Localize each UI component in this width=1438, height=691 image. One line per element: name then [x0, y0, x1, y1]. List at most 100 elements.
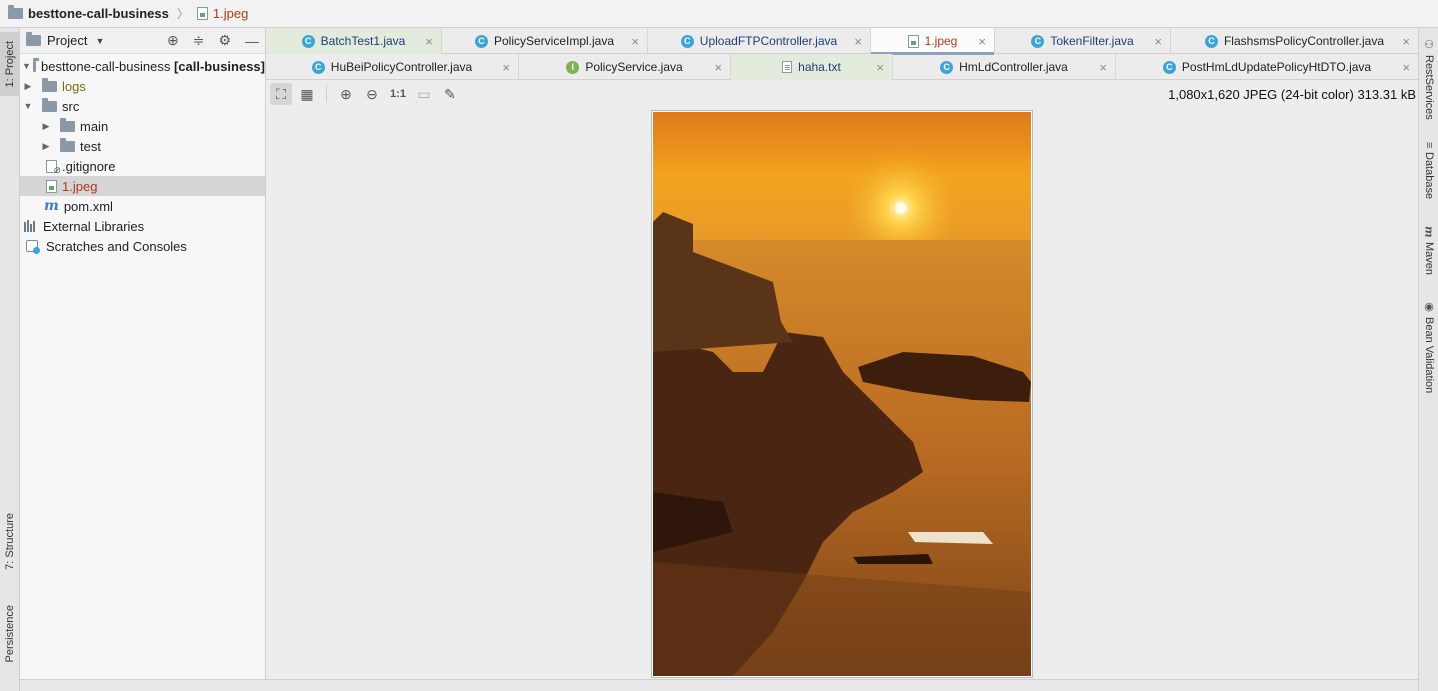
tab-1-jpeg[interactable]: 1.jpeg ×	[871, 28, 995, 55]
scratches-icon	[26, 240, 40, 254]
tool-tab-persistence-label: Persistence	[4, 605, 16, 663]
project-panel: Project ▼ ⊕ ≑ ⚙ — ▼ besttone-call-busine…	[20, 28, 266, 679]
tree-item-jpeg[interactable]: 1.jpeg	[20, 176, 265, 196]
bean-validation-icon: ◉	[1422, 300, 1435, 313]
module-folder-icon	[32, 57, 40, 72]
tool-tab-structure-label: 7: Structure	[4, 512, 16, 570]
project-view-icon	[26, 32, 41, 46]
breadcrumb: besttone-call-business 〉 1.jpeg	[0, 0, 1438, 28]
right-tool-stripe: ⚇ RestServices ≡ Database m Maven ◉ Bean…	[1418, 28, 1438, 691]
tree-item-pom[interactable]: m pom.xml	[20, 196, 265, 216]
tool-tab-bean-validation-label: Bean Validation	[1423, 317, 1435, 394]
close-icon[interactable]: ×	[1154, 34, 1162, 49]
tool-tab-bean-validation[interactable]: ◉ Bean Validation	[1419, 300, 1438, 393]
tool-tab-database-label: Database	[1423, 152, 1435, 200]
project-panel-title[interactable]: Project	[47, 33, 87, 48]
close-icon[interactable]: ×	[714, 60, 722, 75]
close-icon[interactable]: ×	[876, 60, 884, 75]
tree-root-module: [call-business]	[173, 58, 265, 74]
text-file-icon	[782, 61, 793, 73]
expanded-arrow-icon[interactable]: ▼	[22, 61, 31, 71]
chevron-down-icon[interactable]: ▼	[95, 36, 104, 46]
tree-root-label: besttone-call-business	[40, 58, 171, 74]
close-icon[interactable]: ×	[631, 34, 639, 49]
breadcrumb-file-label: 1.jpeg	[212, 6, 249, 21]
tab-posthmldupdatepolicyhtdto[interactable]: C PostHmLdUpdatePolicyHtDTO.java ×	[1116, 54, 1418, 80]
tree-item-external-libraries[interactable]: External Libraries	[20, 216, 265, 236]
tree-item-src[interactable]: ▼ src	[20, 96, 265, 116]
tree-item-scratches-label: Scratches and Consoles	[46, 238, 187, 254]
tree-item-main[interactable]: ▶ main	[20, 116, 265, 136]
tab-flashsmspolicycontroller[interactable]: C FlashsmsPolicyController.java ×	[1171, 28, 1418, 54]
zoom-in-icon[interactable]: ⊕	[335, 83, 357, 105]
zoom-out-icon[interactable]: ⊖	[361, 83, 383, 105]
tool-tab-maven[interactable]: m Maven	[1419, 226, 1438, 275]
editor-tabs-row-1: C BatchTest1.java × C PolicyServiceImpl.…	[266, 28, 1418, 55]
background-icon[interactable]: ▭	[413, 83, 435, 105]
tab-uploadftpcontroller[interactable]: C UploadFTPController.java ×	[648, 28, 871, 54]
editor-tabs-row-2: C HuBeiPolicyController.java × I PolicyS…	[266, 54, 1418, 80]
close-icon[interactable]: ×	[1402, 60, 1410, 75]
close-icon[interactable]: ×	[1099, 60, 1107, 75]
close-icon[interactable]: ×	[502, 60, 510, 75]
left-tool-stripe: 1: Project 7: Structure Persistence	[0, 28, 20, 691]
class-icon: C	[474, 34, 488, 48]
breadcrumb-file[interactable]: 1.jpeg	[196, 6, 249, 21]
tab-label: HmLdController.java	[959, 60, 1068, 74]
tab-tokenfilter[interactable]: C TokenFilter.java ×	[995, 28, 1171, 54]
tab-policyservice[interactable]: I PolicyService.java ×	[519, 54, 731, 80]
tree-item-test[interactable]: ▶ test	[20, 136, 265, 156]
collapsed-arrow-icon[interactable]: ▶	[40, 121, 52, 132]
tree-item-scratches[interactable]: Scratches and Consoles	[20, 236, 265, 256]
gitignore-file-icon	[46, 159, 61, 176]
collapsed-arrow-icon[interactable]: ▶	[40, 141, 52, 152]
class-icon: C	[680, 34, 694, 48]
collapsed-arrow-icon[interactable]: ▶	[22, 81, 34, 92]
grid-icon[interactable]: ▦	[296, 83, 318, 105]
folder-icon	[60, 117, 75, 132]
tab-label: PolicyServiceImpl.java	[493, 34, 615, 48]
zoom-to-fit-icon[interactable]: ⛶	[270, 83, 292, 105]
tree-item-pom-label: pom.xml	[63, 198, 113, 214]
breadcrumb-project[interactable]: besttone-call-business	[8, 5, 169, 21]
tab-label: PostHmLdUpdatePolicyHtDTO.java	[1181, 60, 1372, 74]
tab-label: UploadFTPController.java	[699, 34, 838, 48]
tab-hmldcontroller[interactable]: C HmLdController.java ×	[893, 54, 1116, 80]
tool-tab-restservices[interactable]: ⚇ RestServices	[1419, 38, 1438, 120]
expanded-arrow-icon[interactable]: ▼	[22, 101, 34, 111]
image-file-icon	[196, 7, 208, 20]
locate-icon[interactable]: ⊕	[167, 32, 179, 49]
tree-item-main-label: main	[80, 118, 109, 134]
tree-item-external-label: External Libraries	[43, 218, 145, 234]
image-info: 1,080x1,620 JPEG (24-bit color) 313.31 k…	[1168, 86, 1416, 102]
close-icon[interactable]: ×	[854, 34, 862, 49]
tool-tab-project[interactable]: 1: Project	[0, 32, 20, 96]
tree-item-logs[interactable]: ▶ logs	[20, 76, 265, 96]
collapse-all-icon[interactable]: ≑	[193, 32, 205, 49]
tab-batchtest1[interactable]: C BatchTest1.java ×	[266, 28, 442, 54]
close-icon[interactable]: ×	[1402, 34, 1410, 49]
minimize-icon[interactable]: —	[245, 33, 259, 49]
image-preview	[653, 112, 1031, 676]
image-preview-frame	[651, 110, 1033, 678]
gear-icon[interactable]: ⚙	[218, 32, 231, 49]
tool-tab-database[interactable]: ≡ Database	[1419, 142, 1438, 200]
tool-tab-persistence[interactable]: Persistence	[0, 594, 20, 674]
actual-size-button[interactable]: 1:1	[387, 83, 409, 105]
tab-haha-txt[interactable]: haha.txt ×	[731, 54, 893, 80]
restservices-icon: ⚇	[1422, 38, 1435, 51]
tree-item-logs-label: logs	[62, 78, 86, 94]
close-icon[interactable]: ×	[425, 34, 433, 49]
tab-hubeipolicycontroller[interactable]: C HuBeiPolicyController.java ×	[266, 54, 519, 80]
library-icon	[24, 220, 38, 232]
tree-root[interactable]: ▼ besttone-call-business [call-business]	[20, 56, 265, 76]
color-picker-icon[interactable]: ✎	[439, 83, 461, 105]
tab-label: HuBeiPolicyController.java	[330, 60, 473, 74]
tab-policyserviceimpl[interactable]: C PolicyServiceImpl.java ×	[442, 28, 648, 54]
database-icon: ≡	[1423, 142, 1435, 149]
tab-label: BatchTest1.java	[320, 34, 406, 48]
close-icon[interactable]: ×	[978, 34, 986, 49]
tree-item-gitignore[interactable]: .gitignore	[20, 156, 265, 176]
tree-item-jpeg-label: 1.jpeg	[62, 178, 98, 194]
tool-tab-structure[interactable]: 7: Structure	[0, 498, 20, 584]
